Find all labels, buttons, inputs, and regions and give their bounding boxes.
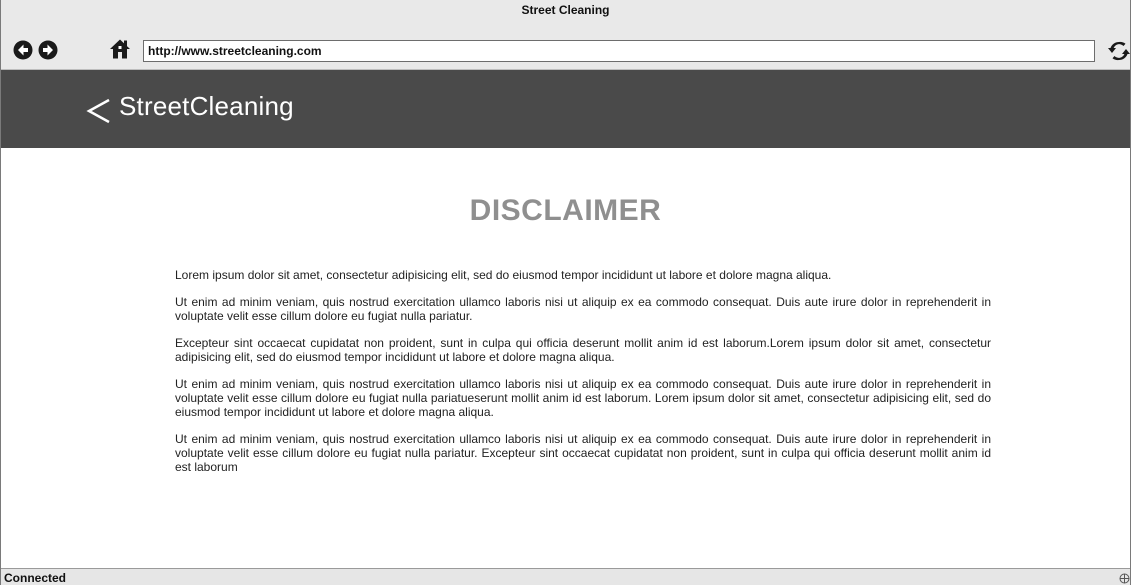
app-header: StreetCleaning: [1, 70, 1130, 148]
home-icon[interactable]: [109, 38, 131, 60]
chevron-left-icon[interactable]: [85, 96, 115, 126]
window-title: Street Cleaning: [521, 3, 610, 17]
network-icon: [1119, 571, 1130, 584]
app-title: StreetCleaning: [119, 91, 294, 121]
disclaimer-paragraph: Excepteur sint occaecat cupidatat non pr…: [175, 336, 991, 364]
connection-status: Connected: [4, 571, 67, 585]
page-title: DISCLAIMER: [469, 194, 662, 227]
disclaimer-paragraph: Ut enim ad minim veniam, quis nostrud ex…: [175, 377, 991, 419]
forward-icon[interactable]: [38, 40, 58, 60]
url-input[interactable]: [143, 40, 1095, 62]
disclaimer-paragraph: Ut enim ad minim veniam, quis nostrud ex…: [175, 432, 991, 474]
disclaimer-paragraph: Ut enim ad minim veniam, quis nostrud ex…: [175, 295, 991, 323]
back-icon[interactable]: [13, 40, 33, 60]
browser-toolbar: Street Cleaning: [1, 0, 1130, 70]
main-content: DISCLAIMER Lorem ipsum dolor sit amet, c…: [1, 148, 1130, 568]
browser-window: Street Cleaning http://www.streetcleanin…: [0, 0, 1131, 585]
status-bar: Connected: [1, 568, 1130, 585]
disclaimer-paragraph: Lorem ipsum dolor sit amet, consectetur …: [175, 268, 832, 282]
disclaimer-text: Lorem ipsum dolor sit amet, consectetur …: [175, 268, 991, 487]
refresh-icon[interactable]: [1107, 39, 1130, 63]
